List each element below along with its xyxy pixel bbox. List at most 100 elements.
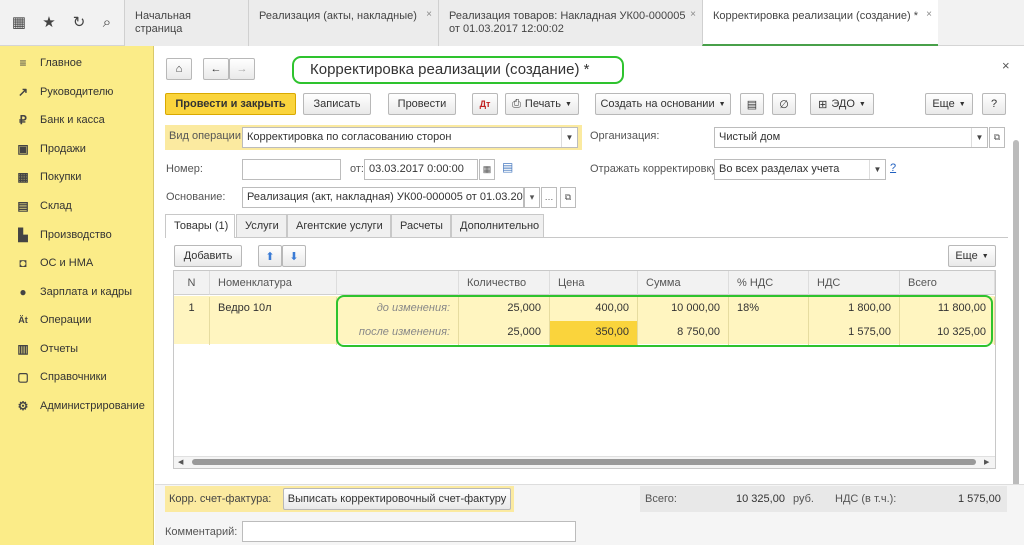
col-header-total[interactable]: Всего (900, 271, 995, 295)
col-header-vat-rate[interactable]: % НДС (729, 271, 809, 295)
sidebar-item-assets[interactable]: ◘ ОС и НМА (0, 251, 154, 275)
tab-sales-doc[interactable]: Реализация товаров: Накладная УК00-00000… (438, 0, 702, 46)
chevron-down-icon[interactable]: ▼ (561, 128, 577, 147)
create-based-button[interactable]: Создать на основании ▼ (595, 93, 731, 115)
org-field[interactable]: Чистый дом ▼ (714, 127, 988, 148)
tab-services[interactable]: Услуги (236, 214, 287, 237)
date-field[interactable]: 03.03.2017 0:00:00 (364, 159, 478, 180)
op-type-select[interactable]: Корректировка по согласованию сторон ▼ (242, 127, 578, 148)
sidebar-item-manager[interactable]: ↗ Руководителю (0, 80, 154, 104)
favorites-star-icon[interactable]: ★ (40, 14, 58, 32)
vat-total-value: 1 575,00 (958, 493, 1001, 505)
cart-icon: ▦ (17, 170, 29, 184)
sidebar-item-warehouse[interactable]: ▤ Склад (0, 194, 154, 218)
open-basis-button[interactable]: ⧉ (560, 187, 576, 208)
number-field[interactable] (242, 159, 341, 180)
home-button[interactable]: ⌂ (166, 58, 192, 80)
basis-dropdown[interactable]: ▾ (524, 187, 540, 208)
col-header-item[interactable]: Номенклатура (210, 271, 337, 295)
save-button[interactable]: Записать (303, 93, 371, 115)
cell-item[interactable]: Ведро 10л (210, 297, 337, 321)
document-button[interactable]: ▤ (740, 93, 764, 115)
close-icon[interactable]: × (690, 8, 696, 21)
tab-additional[interactable]: Дополнительно (451, 214, 544, 237)
tab-home[interactable]: Начальная страница (124, 0, 248, 46)
dt-kt-button[interactable]: Дт (472, 93, 498, 115)
person-icon: ● (19, 285, 27, 299)
reflect-help-link[interactable]: ? (890, 162, 896, 174)
help-button[interactable]: ? (982, 93, 1006, 115)
sidebar-item-production[interactable]: ▙ Производство (0, 223, 154, 247)
sidebar-item-catalogs[interactable]: ▢ Справочники (0, 365, 154, 389)
grid-more-label: Еще (955, 250, 978, 262)
grid-more-button[interactable]: Еще ▼ (948, 245, 996, 267)
invoice-label: Корр. счет-фактура: (169, 493, 272, 505)
chevron-down-icon[interactable]: ▼ (971, 128, 987, 147)
close-icon[interactable]: × (926, 8, 932, 21)
basis-field[interactable]: Реализация (акт, накладная) УК00-000005 … (242, 187, 524, 208)
tab-settlements[interactable]: Расчеты (391, 214, 451, 237)
bag-icon: ▣ (17, 142, 29, 156)
comment-field[interactable] (242, 521, 576, 542)
sidebar-item-main[interactable]: ≡ Главное (0, 51, 154, 75)
scroll-right-icon[interactable]: ▶ (984, 458, 989, 466)
sidebar-item-bank[interactable]: ₽ Банк и касса (0, 108, 154, 132)
attach-button[interactable]: ∅ (772, 93, 796, 115)
vertical-scrollbar[interactable] (1013, 140, 1019, 510)
col-header-price[interactable]: Цена (550, 271, 638, 295)
tab-goods[interactable]: Товары (1) (165, 214, 235, 238)
post-button[interactable]: Провести (388, 93, 456, 115)
sidebar-item-payroll[interactable]: ● Зарплата и кадры (0, 280, 154, 304)
sidebar-item-sales[interactable]: ▣ Продажи (0, 137, 154, 161)
sidebar: ≡ Главное ↗ Руководителю ₽ Банк и касса ▣ Пр… (0, 46, 154, 545)
edo-button[interactable]: ⊞ ЭДО ▼ (810, 93, 874, 115)
search-icon[interactable]: ⌕ (98, 14, 116, 32)
apps-grid-icon[interactable]: ▦ (10, 14, 28, 32)
cell-n: 1 (174, 297, 210, 321)
col-header-qty[interactable]: Количество (459, 271, 550, 295)
ruble-icon: ₽ (19, 113, 27, 127)
cell-item[interactable] (210, 321, 337, 345)
sidebar-item-reports[interactable]: ▥ Отчеты (0, 337, 154, 361)
sidebar-item-label: Отчеты (40, 343, 79, 355)
col-header-state[interactable] (337, 271, 459, 295)
edo-icon: ⊞ (818, 98, 828, 111)
col-header-vat[interactable]: НДС (809, 271, 900, 295)
col-header-sum[interactable]: Сумма (638, 271, 729, 295)
move-up-button[interactable]: ⬆ (258, 245, 282, 267)
chevron-down-icon: ▼ (958, 100, 966, 108)
ellipsis-icon: … (544, 192, 554, 202)
sidebar-item-operations[interactable]: Ät Операции (0, 308, 154, 332)
scrollbar-thumb[interactable] (192, 459, 976, 465)
scroll-left-icon[interactable]: ◀ (178, 458, 183, 466)
tab-agent-services[interactable]: Агентские услуги (287, 214, 391, 237)
cell-n (174, 321, 210, 345)
col-header-n[interactable]: N (174, 271, 210, 295)
open-org-button[interactable]: ⧉ (989, 127, 1005, 148)
sidebar-item-admin[interactable]: ⚙ Администрирование (0, 394, 154, 418)
tab-correction[interactable]: Корректировка реализации (создание) * × (702, 0, 938, 46)
sidebar-item-purchases[interactable]: ▦ Покупки (0, 165, 154, 189)
history-icon[interactable]: ↻ (70, 14, 88, 32)
post-and-close-button[interactable]: Провести и закрыть (165, 93, 296, 115)
reflect-select[interactable]: Во всех разделах учета ▼ (714, 159, 886, 180)
truck-icon: ◘ (19, 256, 27, 270)
tab-label: Реализация (акты, накладные) (259, 10, 417, 22)
add-button[interactable]: Добавить (174, 245, 242, 267)
org-label: Организация: (590, 130, 660, 142)
chevron-down-icon[interactable]: ▼ (869, 160, 885, 179)
forward-button[interactable]: → (229, 58, 255, 80)
basis-select-button[interactable]: … (541, 187, 557, 208)
reflect-value: Во всех разделах учета (719, 163, 840, 175)
total-value: 10 325,00 (736, 493, 785, 505)
more-button[interactable]: Еще ▼ (925, 93, 973, 115)
close-form-icon[interactable]: × (1002, 58, 1010, 73)
tab-sales-list[interactable]: Реализация (акты, накладные) × (248, 0, 438, 46)
back-button[interactable]: ← (203, 58, 229, 80)
move-down-button[interactable]: ⬇ (282, 245, 306, 267)
calendar-button[interactable]: ▦ (479, 159, 495, 180)
print-button[interactable]: ⎙ Печать ▼ (505, 93, 579, 115)
comment-icon[interactable]: ▤ (502, 160, 513, 174)
close-icon[interactable]: × (426, 8, 432, 21)
issue-invoice-button[interactable]: Выписать корректировочный счет-фактуру (283, 488, 511, 510)
